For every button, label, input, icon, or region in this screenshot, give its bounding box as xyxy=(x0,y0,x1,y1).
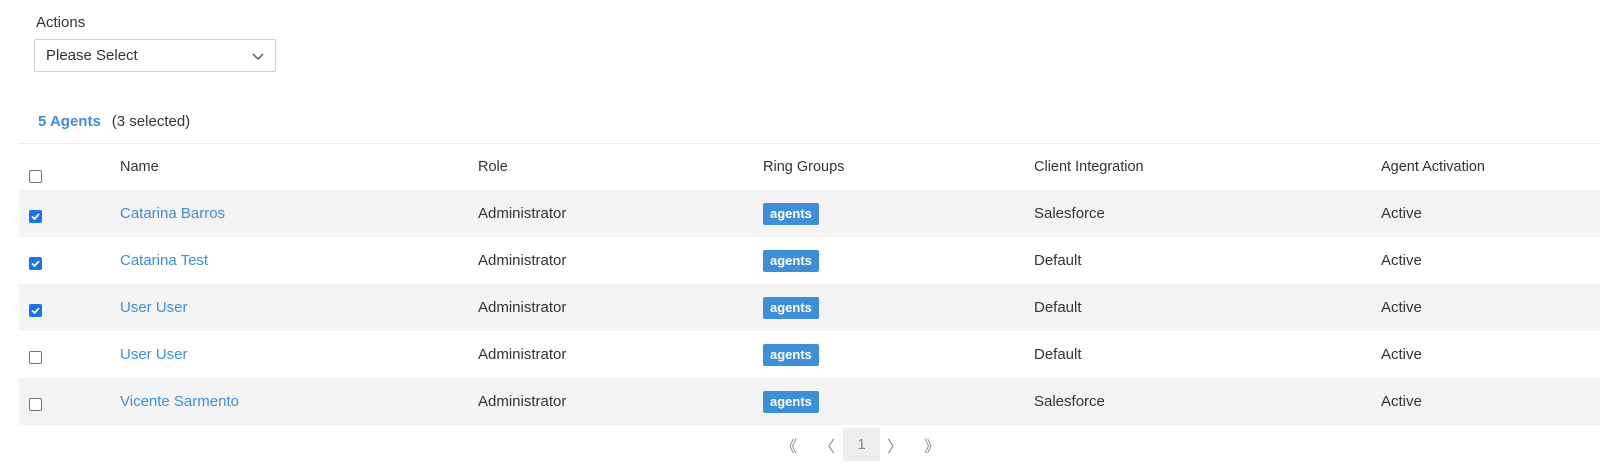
column-header-role[interactable]: Role xyxy=(478,144,508,190)
agent-activation: Active xyxy=(1381,393,1422,410)
row-checkbox[interactable] xyxy=(29,257,42,270)
chevron-down-icon xyxy=(252,53,264,60)
ring-group-badge: agents xyxy=(763,202,819,225)
table-body: Catarina Barros Administrator agents Salesf… xyxy=(19,190,1600,425)
page-number-button[interactable]: 1 xyxy=(843,428,880,461)
column-header-name[interactable]: Name xyxy=(120,144,159,190)
agents-table: Name Role Ring Groups Client Integration… xyxy=(19,144,1600,425)
agents-page: Actions Please Select 5 Agents (3 select… xyxy=(0,0,1600,469)
ring-group-badge: agents xyxy=(763,249,819,272)
agent-name-link[interactable]: Catarina Barros xyxy=(120,205,225,222)
agent-role: Administrator xyxy=(478,299,567,316)
last-page-button[interactable]: 》 xyxy=(922,428,942,461)
client-integration: Default xyxy=(1034,299,1082,316)
agent-role: Administrator xyxy=(478,205,567,222)
column-header-client-integration[interactable]: Client Integration xyxy=(1034,144,1144,190)
column-header-agent-activation[interactable]: Agent Activation xyxy=(1381,144,1485,190)
client-integration: Default xyxy=(1034,252,1082,269)
first-page-button[interactable]: 《 xyxy=(779,428,799,461)
agent-activation: Active xyxy=(1381,346,1422,363)
agent-activation: Active xyxy=(1381,205,1422,222)
agent-activation: Active xyxy=(1381,252,1422,269)
ring-group-badge: agents xyxy=(763,296,819,319)
agent-name-link[interactable]: User User xyxy=(120,299,188,316)
client-integration: Default xyxy=(1034,346,1082,363)
selected-count: (3 selected) xyxy=(111,113,191,130)
agent-name-link[interactable]: User User xyxy=(120,346,188,363)
table-row: Catarina Test Administrator agents Default A… xyxy=(19,237,1600,284)
agents-count: 5 Agents xyxy=(38,113,101,130)
client-integration: Salesforce xyxy=(1034,205,1105,222)
previous-page-button[interactable]: 〈 xyxy=(817,428,837,461)
agent-name-link[interactable]: Catarina Test xyxy=(120,252,208,269)
actions-dropdown-value: Please Select xyxy=(46,47,138,64)
actions-dropdown[interactable]: Please Select xyxy=(34,39,276,72)
actions-label: Actions xyxy=(36,14,86,31)
agent-name-link[interactable]: Vicente Sarmento xyxy=(120,393,239,410)
row-checkbox[interactable] xyxy=(29,398,42,411)
agent-activation: Active xyxy=(1381,299,1422,316)
column-header-ring-groups[interactable]: Ring Groups xyxy=(763,144,844,190)
table-row: Vicente Sarmento Administrator agents Sales… xyxy=(19,378,1600,425)
agent-role: Administrator xyxy=(478,252,567,269)
table-header-row: Name Role Ring Groups Client Integration… xyxy=(19,144,1600,190)
agent-role: Administrator xyxy=(478,393,567,410)
row-checkbox[interactable] xyxy=(29,304,42,317)
table-row: User User Administrator agents Default Activ… xyxy=(19,284,1600,331)
row-checkbox[interactable] xyxy=(29,210,42,223)
agent-role: Administrator xyxy=(478,346,567,363)
table-row: User User Administrator agents Default Activ… xyxy=(19,331,1600,378)
ring-group-badge: agents xyxy=(763,343,819,366)
ring-group-badge: agents xyxy=(763,390,819,413)
select-all-checkbox[interactable] xyxy=(29,169,42,183)
pagination: 《 〈 1 〉 》 xyxy=(0,428,1600,461)
agents-summary: 5 Agents (3 selected) xyxy=(38,113,190,130)
client-integration: Salesforce xyxy=(1034,393,1105,410)
next-page-button[interactable]: 〉 xyxy=(885,428,905,461)
table-row: Catarina Barros Administrator agents Salesf… xyxy=(19,190,1600,237)
row-checkbox[interactable] xyxy=(29,351,42,364)
